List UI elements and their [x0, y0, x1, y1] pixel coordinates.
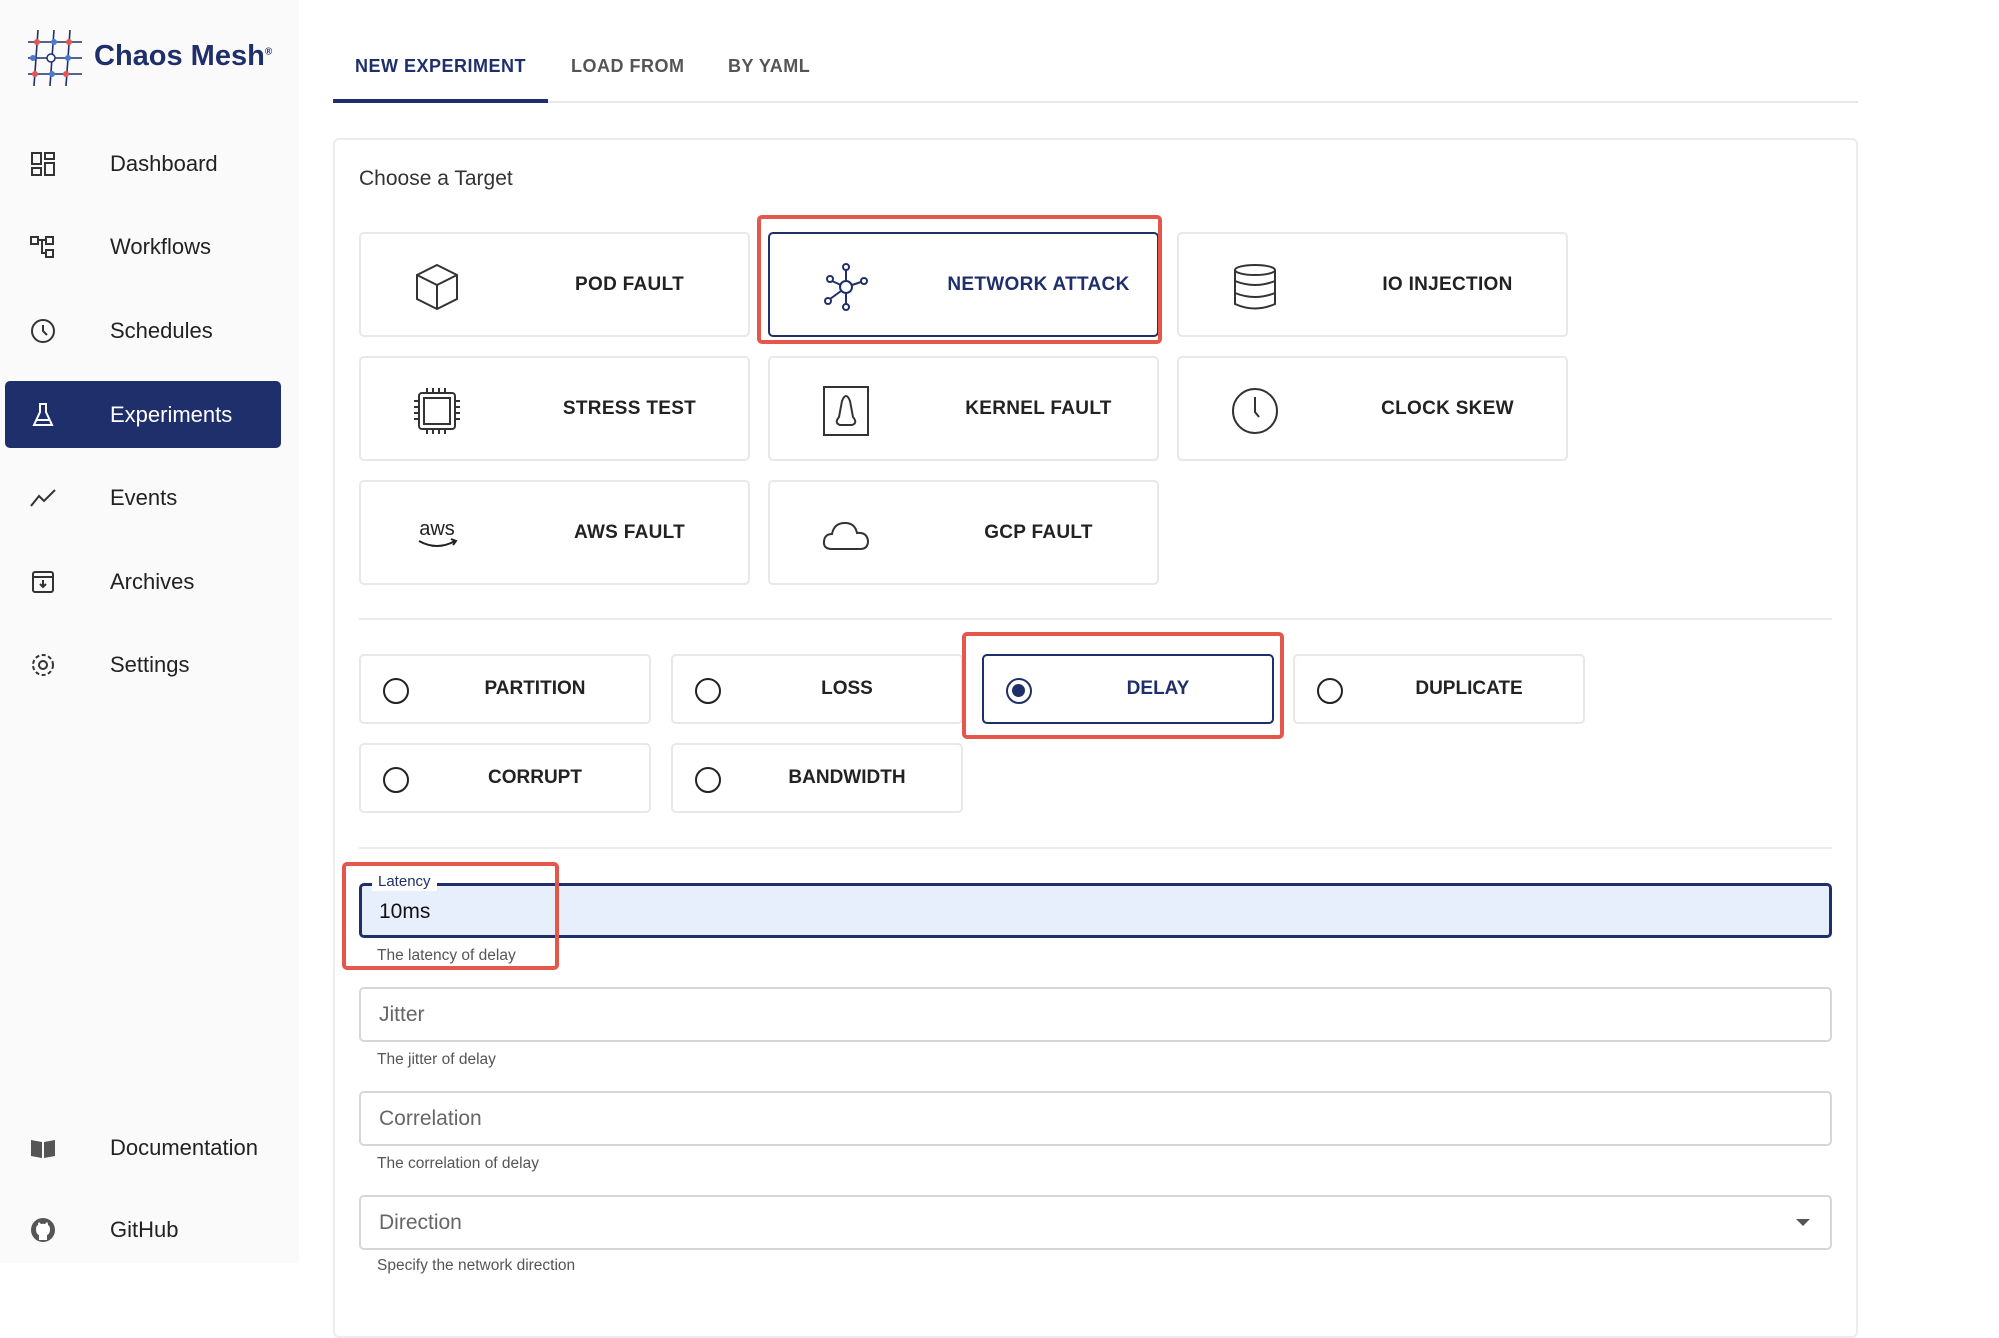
sidebar-item-label: Dashboard	[110, 150, 218, 176]
sidebar-item-github[interactable]: GitHub	[5, 1196, 281, 1263]
correlation-input[interactable]: Correlation	[359, 1091, 1832, 1146]
workflow-icon	[29, 233, 57, 261]
archive-icon	[29, 568, 57, 596]
sidebar-item-label: Experiments	[110, 401, 233, 427]
radio-button[interactable]	[695, 767, 721, 793]
jitter-input[interactable]: Jitter	[359, 987, 1832, 1042]
sidebar-item-label: Schedules	[110, 317, 213, 343]
action-corrupt[interactable]: CORRUPT	[359, 743, 651, 813]
brand-name[interactable]: Chaos Mesh®	[94, 40, 272, 73]
sidebar-item-label: Settings	[110, 651, 190, 677]
sidebar-item-label: GitHub	[110, 1216, 179, 1242]
sidebar-item-workflows[interactable]: Workflows	[5, 213, 281, 280]
brand-text: Chaos Mesh	[94, 40, 265, 72]
trend-icon	[29, 484, 57, 512]
target-label: KERNEL FAULT	[965, 397, 1112, 419]
direction-placeholder: Direction	[379, 1211, 462, 1234]
target-label: CLOCK SKEW	[1381, 397, 1514, 419]
sidebar-item-events[interactable]: Events	[5, 464, 281, 531]
choose-target-heading: Choose a Target	[359, 167, 513, 190]
registered-mark: ®	[264, 46, 273, 58]
action-label: CORRUPT	[488, 767, 582, 788]
target-label: AWS FAULT	[573, 521, 686, 543]
tab-bar-divider	[333, 101, 1858, 103]
highlight-box	[342, 862, 559, 970]
svg-text:aws: aws	[419, 518, 455, 540]
highlight-box	[757, 215, 1162, 344]
action-loss[interactable]: LOSS	[671, 654, 963, 724]
jitter-placeholder: Jitter	[379, 1003, 425, 1026]
flask-icon	[29, 401, 57, 429]
action-bandwidth[interactable]: BANDWIDTH	[671, 743, 963, 813]
target-stress-test[interactable]: STRESS TEST	[359, 356, 750, 461]
tab-by-yaml[interactable]: BY YAML	[728, 56, 810, 77]
highlight-box	[962, 632, 1284, 739]
action-label: PARTITION	[484, 678, 586, 699]
sidebar-item-label: Workflows	[110, 233, 212, 259]
sidebar-item-experiments[interactable]: Experiments	[5, 381, 281, 448]
sidebar-item-archives[interactable]: Archives	[5, 548, 281, 615]
action-partition[interactable]: PARTITION	[359, 654, 651, 724]
sidebar-item-schedules[interactable]: Schedules	[5, 297, 281, 364]
tab-load-from[interactable]: LOAD FROM	[571, 56, 684, 77]
sidebar-item-documentation[interactable]: Documentation	[5, 1114, 281, 1181]
divider	[359, 847, 1832, 849]
sidebar-item-label: Archives	[110, 568, 195, 594]
target-kernel-fault[interactable]: KERNEL FAULT	[768, 356, 1159, 461]
target-label: STRESS TEST	[562, 397, 697, 419]
target-clock-skew[interactable]: CLOCK SKEW	[1177, 356, 1568, 461]
direction-helper: Specify the network direction	[377, 1257, 576, 1274]
sidebar-item-label: Documentation	[110, 1134, 258, 1160]
jitter-helper: The jitter of delay	[377, 1051, 496, 1068]
divider	[359, 618, 1832, 620]
tab-new-experiment[interactable]: NEW EXPERIMENT	[355, 56, 526, 77]
book-icon	[29, 1134, 57, 1162]
radio-button[interactable]	[1317, 678, 1343, 704]
radio-button[interactable]	[695, 678, 721, 704]
action-duplicate[interactable]: DUPLICATE	[1293, 654, 1585, 724]
active-tab-indicator	[333, 99, 548, 103]
radio-button[interactable]	[383, 767, 409, 793]
target-io-injection[interactable]: IO INJECTION	[1177, 232, 1568, 337]
sidebar-item-dashboard[interactable]: Dashboard	[5, 130, 281, 197]
correlation-helper: The correlation of delay	[377, 1155, 539, 1172]
sidebar-item-label: Events	[110, 484, 178, 510]
action-label: BANDWIDTH	[788, 767, 906, 788]
sidebar-item-settings[interactable]: Settings	[5, 631, 281, 698]
chaos-mesh-logo-icon	[28, 29, 82, 87]
target-gcp-fault[interactable]: GCP FAULT	[768, 480, 1159, 585]
gear-icon	[29, 651, 57, 679]
target-label: GCP FAULT	[984, 521, 1093, 543]
github-icon	[29, 1216, 57, 1244]
target-label: IO INJECTION	[1382, 273, 1513, 295]
radio-button[interactable]	[383, 678, 409, 704]
action-label: DUPLICATE	[1415, 678, 1523, 699]
clock-icon	[29, 317, 57, 345]
target-aws-fault[interactable]: aws AWS FAULT	[359, 480, 750, 585]
target-label: POD FAULT	[575, 273, 684, 295]
latency-input[interactable]: Latency 10ms	[359, 873, 1832, 938]
chevron-down-icon	[1796, 1219, 1810, 1226]
dashboard-icon	[29, 150, 57, 178]
direction-select[interactable]: Direction	[359, 1195, 1832, 1250]
action-label: LOSS	[821, 678, 873, 699]
correlation-placeholder: Correlation	[379, 1107, 482, 1130]
sidebar: Chaos Mesh® Dashboard Workflows Schedules E…	[0, 0, 299, 1263]
target-pod-fault[interactable]: POD FAULT	[359, 232, 750, 337]
